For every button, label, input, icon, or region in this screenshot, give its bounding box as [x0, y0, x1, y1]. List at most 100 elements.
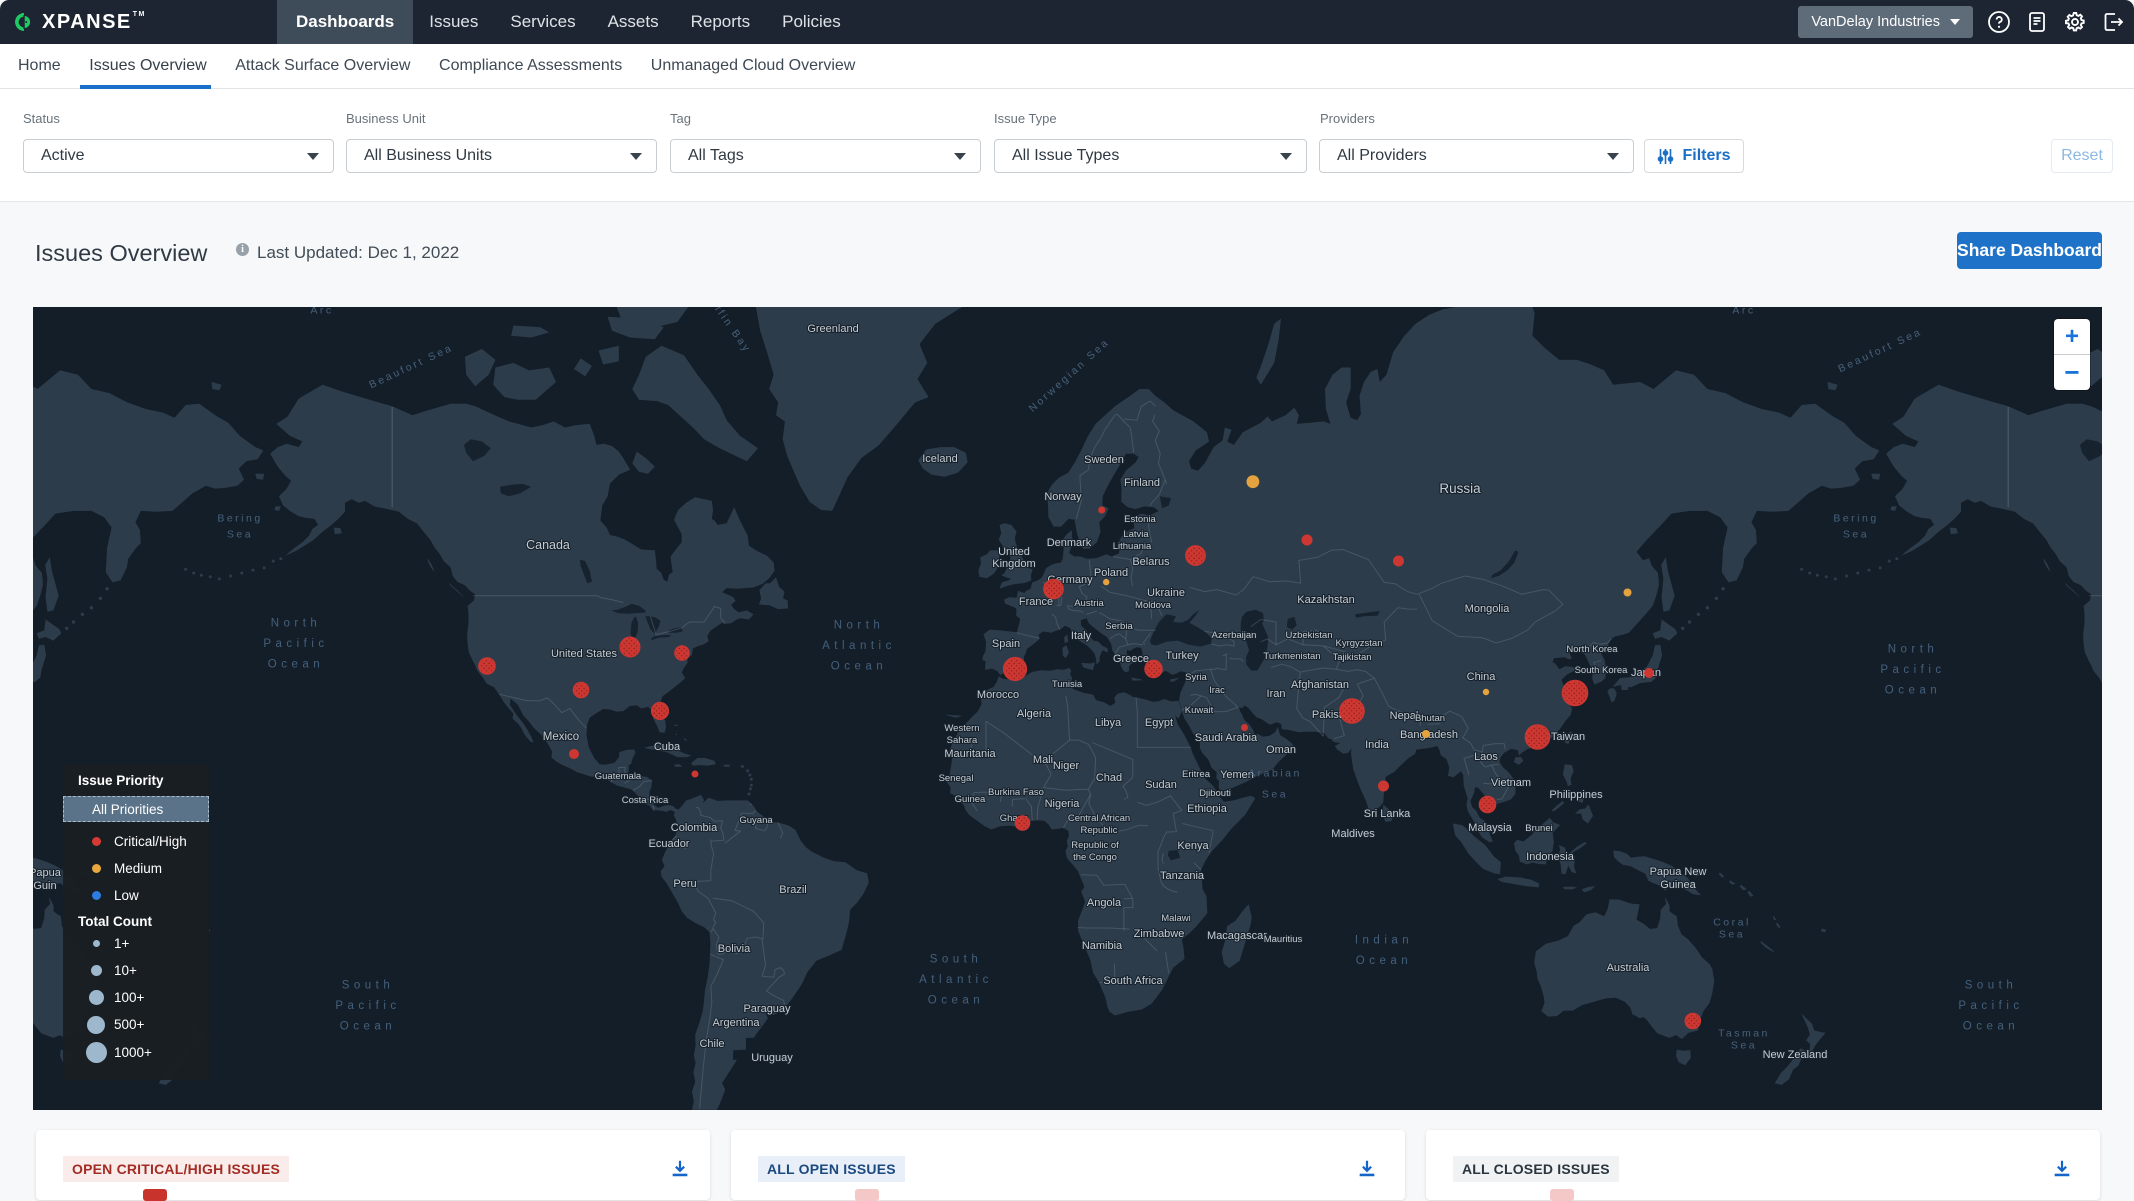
svg-text:France: France [1019, 596, 1053, 608]
svg-text:New Zealand: New Zealand [1763, 1049, 1828, 1061]
svg-text:Denmark: Denmark [1047, 537, 1092, 549]
svg-text:Canada: Canada [526, 538, 570, 552]
svg-text:Turkmenistan: Turkmenistan [1263, 651, 1320, 662]
svg-text:Norway: Norway [1044, 491, 1082, 503]
svg-text:Mexico: Mexico [543, 731, 579, 743]
svg-text:Uruguay: Uruguay [751, 1052, 793, 1064]
svg-text:Kuwait: Kuwait [1185, 705, 1214, 716]
svg-text:Peru: Peru [673, 878, 696, 890]
svg-text:South: South [930, 954, 983, 966]
svg-text:Ocean: Ocean [831, 661, 887, 673]
svg-text:Bering: Bering [1833, 513, 1878, 525]
svg-text:Arabian: Arabian [1248, 768, 1302, 780]
svg-text:Atlantic: Atlantic [919, 974, 993, 986]
svg-text:Tasman: Tasman [1718, 1028, 1770, 1040]
svg-text:Turkey: Turkey [1165, 650, 1199, 662]
svg-text:Algeria: Algeria [1017, 708, 1052, 720]
svg-text:Mauritania: Mauritania [944, 748, 996, 760]
svg-text:Sea: Sea [1262, 789, 1288, 801]
svg-text:Eritrea: Eritrea [1182, 769, 1211, 780]
svg-text:Costa Rica: Costa Rica [622, 795, 669, 806]
svg-text:Kyrgyzstan: Kyrgyzstan [1336, 638, 1383, 649]
svg-text:North: North [271, 618, 322, 630]
svg-text:Mali: Mali [1033, 754, 1053, 766]
svg-text:United: United [998, 546, 1030, 558]
svg-text:Russia: Russia [1439, 481, 1481, 496]
svg-text:Oman: Oman [1266, 744, 1296, 756]
svg-text:Greenland: Greenland [807, 323, 858, 335]
svg-text:Angola: Angola [1087, 897, 1122, 909]
svg-text:Pacific: Pacific [335, 1000, 400, 1012]
svg-text:Macagascar: Macagascar [1207, 930, 1267, 942]
svg-text:Afghanistan: Afghanistan [1291, 679, 1349, 691]
svg-text:Mauritius: Mauritius [1264, 934, 1303, 945]
svg-text:Philippines: Philippines [1549, 789, 1603, 801]
svg-text:Ocean: Ocean [1356, 955, 1412, 967]
svg-text:Latvia: Latvia [1123, 529, 1149, 540]
svg-text:Greece: Greece [1113, 653, 1149, 665]
svg-text:Vietnam: Vietnam [1491, 777, 1531, 789]
svg-text:Australia: Australia [1607, 962, 1651, 974]
svg-text:Western: Western [944, 723, 979, 734]
svg-text:Republic: Republic [1081, 825, 1118, 836]
svg-text:Sea: Sea [1719, 929, 1745, 941]
svg-text:Arc: Arc [310, 307, 333, 317]
svg-text:South: South [342, 980, 395, 992]
svg-text:Guyana: Guyana [739, 815, 773, 826]
svg-text:Namibia: Namibia [1082, 940, 1123, 952]
svg-text:Sudan: Sudan [1145, 779, 1177, 791]
svg-text:Nigeria: Nigeria [1045, 798, 1081, 810]
svg-text:Cuba: Cuba [654, 741, 681, 753]
svg-text:Kazakhstan: Kazakhstan [1297, 594, 1354, 606]
svg-text:Chile: Chile [699, 1038, 724, 1050]
svg-text:Sea: Sea [227, 529, 253, 541]
svg-text:Burkina Faso: Burkina Faso [988, 787, 1044, 798]
svg-text:Djibouti: Djibouti [1199, 788, 1231, 799]
svg-text:Finland: Finland [1124, 477, 1160, 489]
svg-text:North: North [1888, 644, 1939, 656]
svg-text:Papua: Papua [33, 867, 62, 879]
svg-text:Syria: Syria [1185, 672, 1207, 683]
svg-text:South: South [1965, 980, 2018, 992]
svg-text:Saudi Arabia: Saudi Arabia [1195, 732, 1258, 744]
svg-text:Serbia: Serbia [1105, 621, 1133, 632]
svg-text:Bhutan: Bhutan [1415, 713, 1445, 724]
svg-text:Colombia: Colombia [671, 822, 718, 834]
svg-text:Uzbekistan: Uzbekistan [1286, 630, 1333, 641]
svg-text:Senegal: Senegal [939, 773, 974, 784]
svg-text:Guinea: Guinea [1660, 879, 1696, 891]
svg-text:Malawi: Malawi [1161, 913, 1191, 924]
svg-text:Atlantic: Atlantic [822, 640, 896, 652]
svg-text:Chad: Chad [1096, 772, 1122, 784]
svg-text:Papua New: Papua New [1650, 866, 1707, 878]
svg-text:Indonesia: Indonesia [1526, 851, 1575, 863]
svg-text:Central African: Central African [1068, 813, 1130, 824]
svg-text:Bolivia: Bolivia [718, 943, 751, 955]
svg-text:Pacific: Pacific [263, 638, 328, 650]
svg-text:Austria: Austria [1074, 598, 1104, 609]
svg-text:Guinea: Guinea [955, 794, 986, 805]
svg-text:Ocean: Ocean [340, 1021, 396, 1033]
svg-text:Iran: Iran [1267, 688, 1286, 700]
svg-text:Ocean: Ocean [928, 995, 984, 1007]
svg-text:Spain: Spain [992, 638, 1020, 650]
svg-text:Kingdom: Kingdom [992, 558, 1035, 570]
svg-text:Pacific: Pacific [1958, 1000, 2023, 1012]
svg-text:Coral: Coral [1713, 917, 1751, 929]
svg-text:the Congo: the Congo [1073, 852, 1117, 863]
svg-text:India: India [1365, 739, 1390, 751]
svg-text:Niger: Niger [1053, 760, 1080, 772]
svg-text:Poland: Poland [1094, 567, 1128, 579]
svg-text:Zimbabwe: Zimbabwe [1134, 928, 1185, 940]
svg-text:South Korea: South Korea [1575, 665, 1629, 676]
svg-text:Laos: Laos [1474, 751, 1498, 763]
svg-text:Kenya: Kenya [1177, 840, 1209, 852]
svg-text:Taiwan: Taiwan [1551, 731, 1585, 743]
svg-text:Pacific: Pacific [1880, 664, 1945, 676]
svg-text:Sweden: Sweden [1084, 454, 1124, 466]
svg-text:Guin: Guin [33, 880, 56, 892]
svg-text:Azerbaijan: Azerbaijan [1212, 630, 1257, 641]
svg-text:Indian: Indian [1355, 935, 1413, 947]
svg-text:Ocean: Ocean [1885, 685, 1941, 697]
svg-text:North Korea: North Korea [1566, 644, 1618, 655]
